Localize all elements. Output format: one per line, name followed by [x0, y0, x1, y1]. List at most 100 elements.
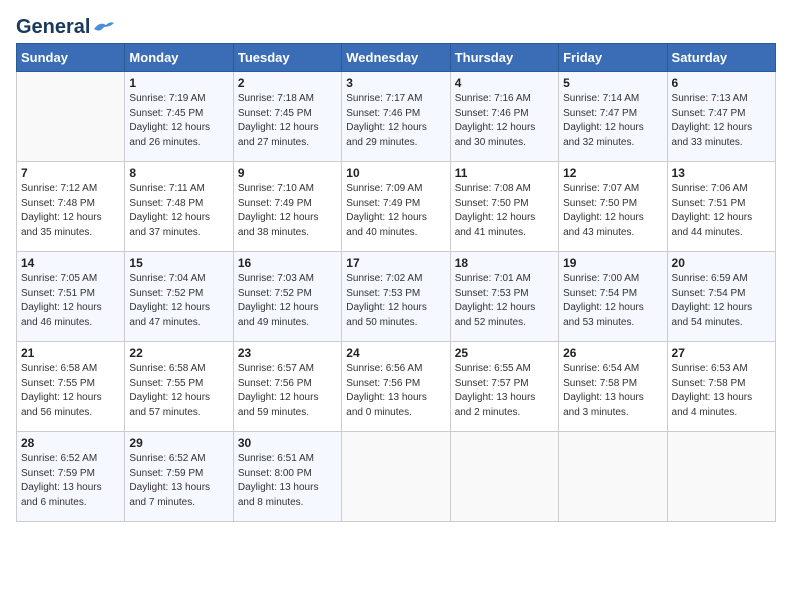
day-info: Sunrise: 7:02 AM Sunset: 7:53 PM Dayligh…: [346, 272, 445, 330]
calendar-cell: 13 Sunrise: 7:06 AM Sunset: 7:51 PM Dayli…: [667, 162, 775, 252]
day-number: 8: [129, 166, 228, 180]
col-header-tuesday: Tuesday: [233, 44, 341, 72]
day-info: Sunrise: 7:00 AM Sunset: 7:54 PM Dayligh…: [563, 272, 662, 330]
calendar-cell: [667, 432, 775, 522]
day-info: Sunrise: 7:12 AM Sunset: 7:48 PM Dayligh…: [21, 182, 120, 240]
col-header-saturday: Saturday: [667, 44, 775, 72]
col-header-monday: Monday: [125, 44, 233, 72]
calendar-week-4: 21 Sunrise: 6:58 AM Sunset: 7:55 PM Dayli…: [17, 342, 776, 432]
calendar-cell: 19 Sunrise: 7:00 AM Sunset: 7:54 PM Dayli…: [559, 252, 667, 342]
calendar-cell: 27 Sunrise: 6:53 AM Sunset: 7:58 PM Dayli…: [667, 342, 775, 432]
calendar-cell: 29Sunrise: 6:52 AM Sunset: 7:59 PM Dayli…: [125, 432, 233, 522]
day-number: 20: [672, 256, 771, 270]
calendar-cell: 18 Sunrise: 7:01 AM Sunset: 7:53 PM Dayli…: [450, 252, 558, 342]
calendar-week-2: 7 Sunrise: 7:12 AM Sunset: 7:48 PM Daylig…: [17, 162, 776, 252]
day-info: Sunrise: 7:03 AM Sunset: 7:52 PM Dayligh…: [238, 272, 337, 330]
calendar-cell: 20 Sunrise: 6:59 AM Sunset: 7:54 PM Dayli…: [667, 252, 775, 342]
calendar-cell: 22 Sunrise: 6:58 AM Sunset: 7:55 PM Dayli…: [125, 342, 233, 432]
day-info: Sunrise: 6:54 AM Sunset: 7:58 PM Dayligh…: [563, 362, 662, 420]
calendar-header: SundayMondayTuesdayWednesdayThursdayFrid…: [17, 44, 776, 72]
day-info: Sunrise: 7:09 AM Sunset: 7:49 PM Dayligh…: [346, 182, 445, 240]
day-number: 21: [21, 346, 120, 360]
day-number: 15: [129, 256, 228, 270]
day-info: Sunrise: 7:11 AM Sunset: 7:48 PM Dayligh…: [129, 182, 228, 240]
calendar-cell: [559, 432, 667, 522]
calendar-cell: 28 Sunrise: 6:52 AM Sunset: 7:59 PM Dayli…: [17, 432, 125, 522]
day-number: 26: [563, 346, 662, 360]
calendar-cell: 17 Sunrise: 7:02 AM Sunset: 7:53 PM Dayli…: [342, 252, 450, 342]
day-number: 9: [238, 166, 337, 180]
calendar-week-3: 14 Sunrise: 7:05 AM Sunset: 7:51 PM Dayli…: [17, 252, 776, 342]
calendar-cell: [342, 432, 450, 522]
day-number: 24: [346, 346, 445, 360]
calendar-table: SundayMondayTuesdayWednesdayThursdayFrid…: [16, 43, 776, 522]
day-info: Sunrise: 6:51 AM Sunset: 8:00 PM Dayligh…: [238, 452, 337, 510]
col-header-thursday: Thursday: [450, 44, 558, 72]
calendar-cell: 1Sunrise: 7:19 AM Sunset: 7:45 PM Daylig…: [125, 72, 233, 162]
calendar-cell: 4 Sunrise: 7:16 AM Sunset: 7:46 PM Daylig…: [450, 72, 558, 162]
day-info: Sunrise: 7:14 AM Sunset: 7:47 PM Dayligh…: [563, 92, 662, 150]
calendar-cell: 30 Sunrise: 6:51 AM Sunset: 8:00 PM Dayli…: [233, 432, 341, 522]
day-info: Sunrise: 7:04 AM Sunset: 7:52 PM Dayligh…: [129, 272, 228, 330]
day-number: 29: [129, 436, 228, 450]
logo: General: [16, 16, 114, 35]
day-number: 14: [21, 256, 120, 270]
page-header: General: [16, 16, 776, 35]
day-info: Sunrise: 6:53 AM Sunset: 7:58 PM Dayligh…: [672, 362, 771, 420]
day-info: Sunrise: 6:58 AM Sunset: 7:55 PM Dayligh…: [129, 362, 228, 420]
day-info: Sunrise: 7:17 AM Sunset: 7:46 PM Dayligh…: [346, 92, 445, 150]
calendar-cell: 6 Sunrise: 7:13 AM Sunset: 7:47 PM Daylig…: [667, 72, 775, 162]
calendar-week-5: 28 Sunrise: 6:52 AM Sunset: 7:59 PM Dayli…: [17, 432, 776, 522]
day-number: 17: [346, 256, 445, 270]
calendar-cell: 10 Sunrise: 7:09 AM Sunset: 7:49 PM Dayli…: [342, 162, 450, 252]
calendar-cell: 2 Sunrise: 7:18 AM Sunset: 7:45 PM Daylig…: [233, 72, 341, 162]
day-info: Sunrise: 6:52 AM Sunset: 7:59 PM Dayligh…: [21, 452, 120, 510]
day-info: Sunrise: 7:13 AM Sunset: 7:47 PM Dayligh…: [672, 92, 771, 150]
day-info: Sunrise: 7:08 AM Sunset: 7:50 PM Dayligh…: [455, 182, 554, 240]
col-header-wednesday: Wednesday: [342, 44, 450, 72]
day-number: 6: [672, 76, 771, 90]
calendar-cell: 5Sunrise: 7:14 AM Sunset: 7:47 PM Daylig…: [559, 72, 667, 162]
day-number: 16: [238, 256, 337, 270]
day-number: 11: [455, 166, 554, 180]
calendar-cell: 23 Sunrise: 6:57 AM Sunset: 7:56 PM Dayli…: [233, 342, 341, 432]
day-info: Sunrise: 7:01 AM Sunset: 7:53 PM Dayligh…: [455, 272, 554, 330]
day-info: Sunrise: 7:10 AM Sunset: 7:49 PM Dayligh…: [238, 182, 337, 240]
day-info: Sunrise: 7:05 AM Sunset: 7:51 PM Dayligh…: [21, 272, 120, 330]
day-number: 19: [563, 256, 662, 270]
calendar-cell: 16 Sunrise: 7:03 AM Sunset: 7:52 PM Dayli…: [233, 252, 341, 342]
calendar-cell: 24 Sunrise: 6:56 AM Sunset: 7:56 PM Dayli…: [342, 342, 450, 432]
day-info: Sunrise: 7:16 AM Sunset: 7:46 PM Dayligh…: [455, 92, 554, 150]
day-info: Sunrise: 6:58 AM Sunset: 7:55 PM Dayligh…: [21, 362, 120, 420]
day-info: Sunrise: 7:18 AM Sunset: 7:45 PM Dayligh…: [238, 92, 337, 150]
calendar-cell: [17, 72, 125, 162]
day-number: 18: [455, 256, 554, 270]
day-number: 7: [21, 166, 120, 180]
day-number: 12: [563, 166, 662, 180]
day-info: Sunrise: 7:06 AM Sunset: 7:51 PM Dayligh…: [672, 182, 771, 240]
day-info: Sunrise: 7:07 AM Sunset: 7:50 PM Dayligh…: [563, 182, 662, 240]
col-header-sunday: Sunday: [17, 44, 125, 72]
day-number: 27: [672, 346, 771, 360]
day-number: 13: [672, 166, 771, 180]
logo-bird-icon: [92, 19, 114, 37]
calendar-cell: 25Sunrise: 6:55 AM Sunset: 7:57 PM Dayli…: [450, 342, 558, 432]
logo-text: General: [16, 16, 90, 39]
day-number: 30: [238, 436, 337, 450]
day-number: 23: [238, 346, 337, 360]
calendar-cell: 11 Sunrise: 7:08 AM Sunset: 7:50 PM Dayli…: [450, 162, 558, 252]
calendar-cell: 7 Sunrise: 7:12 AM Sunset: 7:48 PM Daylig…: [17, 162, 125, 252]
day-number: 22: [129, 346, 228, 360]
calendar-cell: 21 Sunrise: 6:58 AM Sunset: 7:55 PM Dayli…: [17, 342, 125, 432]
day-info: Sunrise: 6:57 AM Sunset: 7:56 PM Dayligh…: [238, 362, 337, 420]
day-number: 3: [346, 76, 445, 90]
day-info: Sunrise: 6:59 AM Sunset: 7:54 PM Dayligh…: [672, 272, 771, 330]
day-info: Sunrise: 6:56 AM Sunset: 7:56 PM Dayligh…: [346, 362, 445, 420]
day-number: 28: [21, 436, 120, 450]
calendar-cell: 8 Sunrise: 7:11 AM Sunset: 7:48 PM Daylig…: [125, 162, 233, 252]
day-number: 2: [238, 76, 337, 90]
day-number: 10: [346, 166, 445, 180]
calendar-cell: 15 Sunrise: 7:04 AM Sunset: 7:52 PM Dayli…: [125, 252, 233, 342]
day-number: 4: [455, 76, 554, 90]
calendar-cell: 14 Sunrise: 7:05 AM Sunset: 7:51 PM Dayli…: [17, 252, 125, 342]
